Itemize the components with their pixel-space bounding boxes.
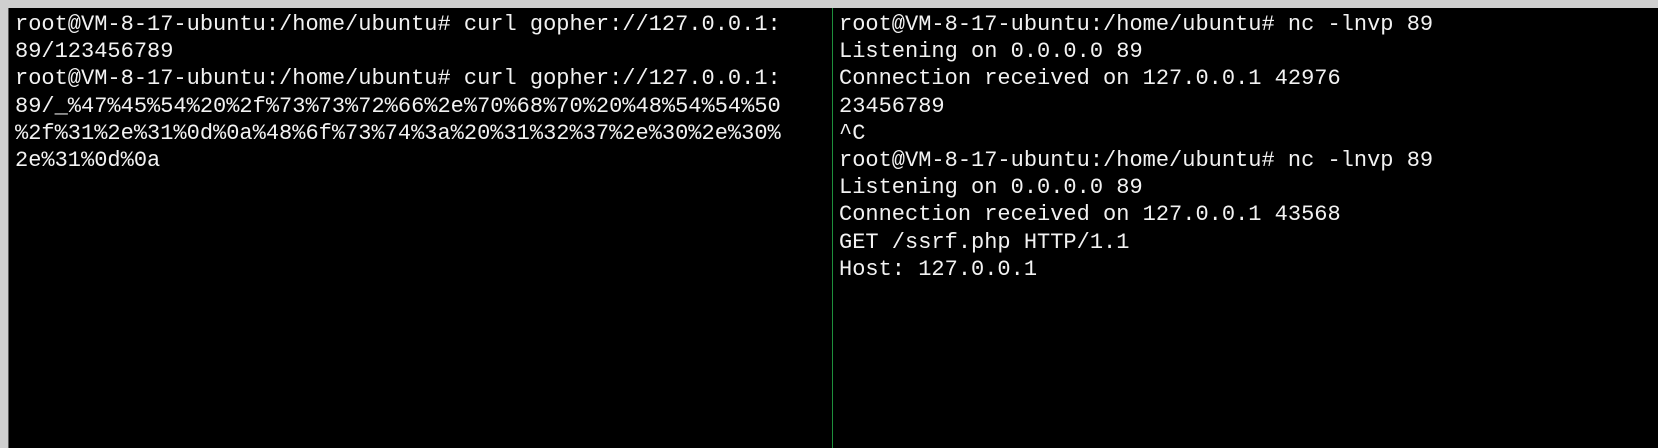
terminal-line: %2f%31%2e%31%0d%0a%48%6f%73%74%3a%20%31%… xyxy=(15,120,781,146)
terminal-line: Listening on 0.0.0.0 89 xyxy=(839,39,1143,65)
terminal-line: Connection received on 127.0.0.1 43568 xyxy=(839,202,1341,228)
terminal-line: 89/_%47%45%54%20%2f%73%73%72%66%2e%70%68… xyxy=(15,93,781,119)
terminal-line: GET /ssrf.php HTTP/1.1 xyxy=(839,229,1130,255)
terminal-line: root@VM-8-17-ubuntu:/home/ubuntu# nc -ln… xyxy=(839,12,1434,37)
right-terminal-pane[interactable]: root@VM-8-17-ubuntu:/home/ubuntu# nc -ln… xyxy=(833,8,1658,448)
terminal-line: root@VM-8-17-ubuntu:/home/ubuntu# nc -ln… xyxy=(839,147,1434,173)
terminal-line: 89/123456789 xyxy=(15,39,174,65)
terminal-line: 23456789 xyxy=(839,93,945,119)
terminal-line: 2e%31%0d%0a xyxy=(15,147,161,173)
terminal-area[interactable]: root@VM-8-17-ubuntu:/home/ubuntu# curl g… xyxy=(8,8,1658,448)
terminal-line: Listening on 0.0.0.0 89 xyxy=(839,175,1143,201)
left-terminal-pane[interactable]: root@VM-8-17-ubuntu:/home/ubuntu# curl g… xyxy=(9,8,832,448)
terminal-line: Host: 127.0.0.1 xyxy=(839,256,1038,282)
terminal-line: ^C xyxy=(839,120,866,146)
terminal-line: Connection received on 127.0.0.1 42976 xyxy=(839,66,1341,92)
terminal-window: root@VM-8-17-ubuntu:/home/ubuntu# curl g… xyxy=(0,0,1658,448)
terminal-line: root@VM-8-17-ubuntu:/home/ubuntu# curl g… xyxy=(15,66,781,92)
terminal-line: root@VM-8-17-ubuntu:/home/ubuntu# curl g… xyxy=(15,12,781,37)
